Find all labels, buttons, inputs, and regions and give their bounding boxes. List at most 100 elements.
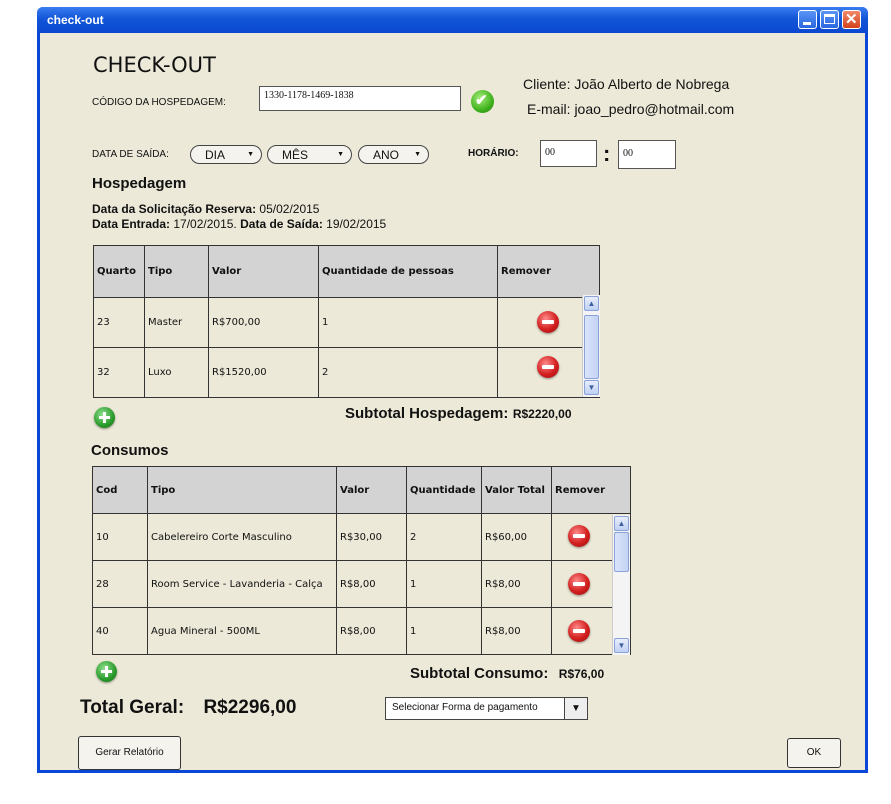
cell-tipo: Agua Mineral - 500ML <box>147 607 337 655</box>
hospedagem-scrollbar[interactable]: ▲ ▼ <box>582 295 600 397</box>
col-tipo: Tipo <box>144 245 209 298</box>
saida-label: Data de Saída: <box>240 217 323 231</box>
time-separator: : <box>603 141 611 166</box>
cell-total: R$60,00 <box>481 513 552 561</box>
gerar-relatorio-button[interactable]: Gerar Relatório <box>78 736 181 770</box>
page-title: CHECK-OUT <box>93 53 216 77</box>
remove-button[interactable] <box>537 356 559 378</box>
codigo-label: CÓDIGO DA HOSPEDAGEM: <box>92 97 226 108</box>
consumos-table: Cod Tipo Valor Quantidade Valor Total Re… <box>92 466 631 655</box>
mes-value: MÊS <box>282 148 309 162</box>
cell-total: R$8,00 <box>481 560 552 608</box>
maximize-button[interactable] <box>820 10 839 29</box>
scroll-thumb[interactable] <box>614 532 629 572</box>
maximize-icon <box>824 14 835 24</box>
col-cod: Cod <box>92 466 148 514</box>
remove-button[interactable] <box>568 620 590 642</box>
subtotal-hospedagem-value: R$2220,00 <box>512 407 572 421</box>
solicitacao-value: 05/02/2015 <box>259 202 320 216</box>
close-button[interactable]: ✕ <box>842 10 861 29</box>
close-icon: ✕ <box>845 11 858 28</box>
cell-tipo: Master <box>144 297 209 348</box>
cliente-email: E-mail: joao_pedro@hotmail.com <box>527 101 735 117</box>
mes-select[interactable]: MÊS ▼ <box>267 145 352 164</box>
scroll-thumb[interactable] <box>584 315 599 379</box>
col-quantidade: Quantidade <box>406 466 482 514</box>
add-consumo-button[interactable] <box>96 661 117 682</box>
cliente-name: Cliente: João Alberto de Nobrega <box>523 76 730 92</box>
table-row: 40 Agua Mineral - 500ML R$8,00 1 R$8,00 <box>92 607 631 655</box>
table-row: 23 Master R$700,00 1 <box>93 297 600 348</box>
scroll-down-icon[interactable]: ▼ <box>614 638 629 653</box>
col-valor: Valor <box>208 245 319 298</box>
total-geral: Total Geral: R$2296,00 <box>80 697 296 719</box>
ok-button[interactable]: OK <box>787 738 841 768</box>
hospedagem-table: Quarto Tipo Valor Quantidade de pessoas … <box>93 245 600 398</box>
cell-valor: R$1520,00 <box>208 347 319 398</box>
cell-quarto: 32 <box>93 347 145 398</box>
subtotal-consumo-value: R$76,00 <box>558 667 605 681</box>
solicitacao-info: Data da Solicitação Reserva: 05/02/2015 <box>92 202 319 216</box>
minuto-input[interactable]: 00 <box>618 140 676 169</box>
remove-button[interactable] <box>537 311 559 333</box>
col-remover: Remover <box>497 245 600 298</box>
cell-qtd: 1 <box>318 297 498 348</box>
minimize-icon <box>803 22 811 25</box>
subtotal-hospedagem-label: Subtotal Hospedagem: <box>345 405 509 422</box>
hora-input[interactable]: 00 <box>540 140 597 167</box>
subtotal-hospedagem: Subtotal Hospedagem: R$2220,00 <box>345 405 572 423</box>
cell-valor: R$30,00 <box>336 513 407 561</box>
col-remover: Remover <box>551 466 631 514</box>
entrada-label: Data Entrada: <box>92 217 171 231</box>
chevron-down-icon: ▼ <box>414 151 421 158</box>
remove-button[interactable] <box>568 525 590 547</box>
minimize-button[interactable] <box>798 10 817 29</box>
cell-quarto: 23 <box>93 297 145 348</box>
col-tipo: Tipo <box>147 466 337 514</box>
cell-valor: R$8,00 <box>336 560 407 608</box>
dia-select[interactable]: DIA ▼ <box>190 145 262 164</box>
scroll-up-icon[interactable]: ▲ <box>584 296 599 311</box>
saida-value: 19/02/2015 <box>326 217 387 231</box>
table-row: 32 Luxo R$1520,00 2 <box>93 347 600 398</box>
remove-button[interactable] <box>568 573 590 595</box>
col-valor: Valor <box>336 466 407 514</box>
cell-cod: 40 <box>92 607 148 655</box>
subtotal-consumo-label: Subtotal Consumo: <box>410 665 549 682</box>
cell-qtd: 2 <box>406 513 482 561</box>
cell-tipo: Room Service - Lavanderia - Calça <box>147 560 337 608</box>
ano-select[interactable]: ANO ▼ <box>358 145 429 164</box>
cell-cod: 28 <box>92 560 148 608</box>
total-label: Total Geral: <box>80 697 185 718</box>
dia-value: DIA <box>205 148 226 162</box>
table-header-row: Cod Tipo Valor Quantidade Valor Total Re… <box>92 466 631 514</box>
cell-qtd: 1 <box>406 607 482 655</box>
chevron-down-icon: ▼ <box>337 151 344 158</box>
hospedagem-title: Hospedagem <box>92 175 187 192</box>
cell-valor: R$8,00 <box>336 607 407 655</box>
entrada-value: 17/02/2015. <box>173 217 237 231</box>
total-value: R$2296,00 <box>203 697 297 718</box>
consumos-title: Consumos <box>91 442 169 459</box>
cell-total: R$8,00 <box>481 607 552 655</box>
codigo-input[interactable]: 1330-1178-1469-1838 <box>259 86 461 111</box>
chevron-down-icon: ▼ <box>247 151 254 158</box>
cell-qtd: 2 <box>318 347 498 398</box>
ano-value: ANO <box>373 148 400 162</box>
add-hospedagem-button[interactable] <box>94 407 115 428</box>
chevron-down-icon[interactable]: ▼ <box>564 698 587 719</box>
pagamento-select[interactable]: Selecionar Forma de pagamento ▼ <box>385 697 588 720</box>
data-saida-label: DATA DE SAÍDA: <box>92 149 169 160</box>
cell-tipo: Luxo <box>144 347 209 398</box>
checkout-window: check-out ✕ CHECK-OUT CÓDIGO DA HOSPEDAG… <box>37 7 868 773</box>
subtotal-consumo: Subtotal Consumo: R$76,00 <box>410 665 604 683</box>
cell-qtd: 1 <box>406 560 482 608</box>
cell-cod: 10 <box>92 513 148 561</box>
window-content: CHECK-OUT CÓDIGO DA HOSPEDAGEM: 1330-117… <box>40 33 865 770</box>
pagamento-value: Selecionar Forma de pagamento <box>392 702 538 713</box>
scroll-down-icon[interactable]: ▼ <box>584 380 599 395</box>
col-valor-total: Valor Total <box>481 466 552 514</box>
consumos-scrollbar[interactable]: ▲ ▼ <box>612 515 630 655</box>
title-bar: check-out ✕ <box>37 7 868 33</box>
scroll-up-icon[interactable]: ▲ <box>614 516 629 531</box>
